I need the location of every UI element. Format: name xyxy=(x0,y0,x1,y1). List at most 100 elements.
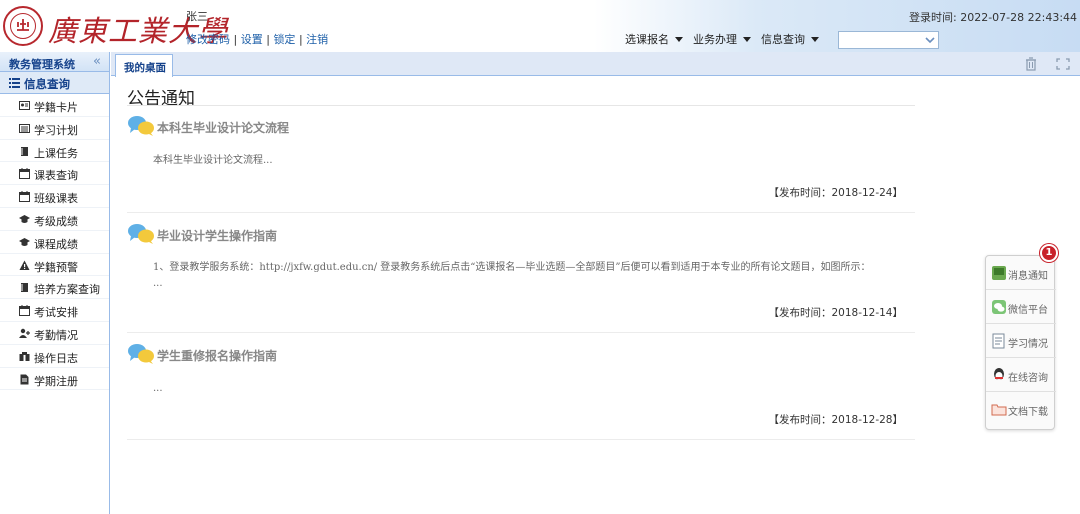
notice-date: 【发布时间：2018-12-14】 xyxy=(768,307,903,319)
notice-title[interactable]: 学生重修报名操作指南 xyxy=(157,347,277,364)
wechat-icon xyxy=(992,300,1006,314)
top-navigation: 选课报名 业务办理 信息查询 xyxy=(625,30,829,48)
sidebar-item-exam-schedule[interactable]: 考试安排 xyxy=(0,299,109,322)
caret-down-icon xyxy=(743,36,751,42)
float-item-label: 学习情况 xyxy=(1008,339,1048,350)
chat-bubbles-icon xyxy=(128,224,154,244)
sidebar-item-timetable-query[interactable]: 课表查询 xyxy=(0,162,109,186)
sidebar-item-label: 课表查询 xyxy=(34,169,78,183)
sidebar-item-operation-log[interactable]: 操作日志 xyxy=(0,345,109,368)
notice-divider xyxy=(127,332,915,333)
notice-item: 毕业设计学生操作指南 1、登录教学服务系统：http://jxfw.gdut.e… xyxy=(127,223,915,335)
notice-date: 【发布时间：2018-12-24】 xyxy=(768,187,903,199)
login-time-value: 2022-07-28 22:43:44 xyxy=(960,11,1078,24)
notification-count-badge: 1 xyxy=(1040,244,1058,262)
tab-label: 我的桌面 xyxy=(124,62,166,74)
calendar-icon xyxy=(19,305,30,317)
user-add-icon xyxy=(19,328,30,338)
user-links: 修改密码 | 设置 | 锁定 | 注销 xyxy=(186,31,328,47)
float-item-wechat[interactable]: 微信平台 xyxy=(986,290,1056,324)
nav-business[interactable]: 业务办理 xyxy=(693,31,751,47)
sidebar-item-exam-level-scores[interactable]: 考级成绩 xyxy=(0,208,109,231)
double-chevron-left-icon[interactable]: « xyxy=(93,54,101,69)
message-icon xyxy=(992,266,1006,280)
nav-course-selection[interactable]: 选课报名 xyxy=(625,31,683,47)
book-icon xyxy=(21,283,28,293)
float-item-label: 消息通知 xyxy=(1008,271,1048,282)
calendar-icon xyxy=(19,168,30,180)
float-item-consult[interactable]: 在线咨询 xyxy=(986,358,1056,392)
study-icon xyxy=(992,333,1005,349)
sidebar-item-term-registration[interactable]: 学期注册 xyxy=(0,368,109,391)
tab-strip: 我的桌面 xyxy=(111,52,1080,77)
document-icon xyxy=(20,374,29,385)
link-separator: | xyxy=(266,33,270,46)
sidebar-item-class-tasks[interactable]: 上课任务 xyxy=(0,140,109,163)
settings-link[interactable]: 设置 xyxy=(241,33,263,46)
notice-title[interactable]: 毕业设计学生操作指南 xyxy=(157,227,277,244)
tab-my-desktop[interactable]: 我的桌面 xyxy=(115,54,173,77)
float-item-download[interactable]: 文档下载 xyxy=(986,392,1056,426)
sidebar-item-label: 操作日志 xyxy=(34,351,78,365)
sidebar-item-student-card[interactable]: 学籍卡片 xyxy=(0,94,109,117)
change-password-link[interactable]: 修改密码 xyxy=(186,33,230,46)
float-item-label: 在线咨询 xyxy=(1008,373,1048,384)
float-item-label: 微信平台 xyxy=(1008,305,1048,316)
graduation-cap-icon xyxy=(19,214,30,223)
qq-icon xyxy=(994,368,1004,380)
sidebar-item-class-timetable[interactable]: 班级课表 xyxy=(0,185,109,208)
top-select[interactable] xyxy=(838,31,939,49)
caret-down-icon xyxy=(811,36,819,42)
sidebar-item-label: 班级课表 xyxy=(34,192,78,206)
caret-down-icon xyxy=(675,36,683,42)
nav-label: 业务办理 xyxy=(693,33,737,46)
notice-title[interactable]: 本科生毕业设计论文流程 xyxy=(157,119,289,136)
university-seal-logo xyxy=(3,6,43,46)
link-separator: | xyxy=(233,33,238,46)
chat-bubbles-icon xyxy=(128,116,154,136)
trash-icon[interactable] xyxy=(1022,56,1040,72)
sidebar-item-label: 学期注册 xyxy=(34,374,78,388)
float-item-study[interactable]: 学习情况 xyxy=(986,324,1056,358)
logout-link[interactable]: 注销 xyxy=(306,33,328,46)
notice-body: 1、登录教学服务系统：http://jxfw.gdut.edu.cn/ 登录教务… xyxy=(153,262,871,289)
lock-link[interactable]: 锁定 xyxy=(273,33,295,46)
fullscreen-icon[interactable] xyxy=(1054,56,1072,72)
notice-item: 本科生毕业设计论文流程 本科生毕业设计论文流程... 【发布时间：2018-12… xyxy=(127,115,915,215)
calendar-icon xyxy=(19,191,30,203)
notice-divider xyxy=(127,212,915,213)
graduation-cap-icon xyxy=(19,237,30,246)
app-header: 廣東工業大學 张三 修改密码 | 设置 | 锁定 | 注销 登录时间: 2022… xyxy=(0,0,1080,52)
notice-item: 学生重修报名操作指南 ... 【发布时间：2018-12-28】 xyxy=(127,343,915,445)
warning-icon xyxy=(19,260,30,270)
sidebar-item-course-scores[interactable]: 课程成绩 xyxy=(0,231,109,254)
sidebar-section-info-query[interactable]: 信息查询 xyxy=(0,72,109,94)
title-divider xyxy=(127,105,915,106)
sidebar-item-academic-warning[interactable]: 学籍预警 xyxy=(0,254,109,277)
nav-label: 信息查询 xyxy=(761,33,805,46)
float-item-label: 文档下载 xyxy=(1008,407,1048,418)
sidebar-item-label: 课程成绩 xyxy=(34,237,78,251)
notice-body: 本科生毕业设计论文流程... xyxy=(153,155,273,166)
notice-divider xyxy=(127,439,915,440)
user-name: 张三 xyxy=(186,10,208,23)
link-separator: | xyxy=(298,33,303,46)
sidebar-item-curriculum-query[interactable]: 培养方案查询 xyxy=(0,276,109,300)
chevron-down-icon xyxy=(925,37,935,44)
login-time-label: 登录时间: xyxy=(909,11,957,24)
sidebar-item-study-plan[interactable]: 学习计划 xyxy=(0,117,109,140)
binoculars-icon xyxy=(19,351,30,361)
sidebar-title: 教务管理系统 xyxy=(9,58,75,71)
nav-info-query[interactable]: 信息查询 xyxy=(761,31,819,47)
sidebar-item-label: 学籍卡片 xyxy=(34,101,78,114)
sidebar-item-label: 培养方案查询 xyxy=(34,283,100,297)
sidebar-item-label: 上课任务 xyxy=(34,146,78,160)
floating-service-panel: 消息通知 微信平台 学习情况 在线咨询 文档下载 xyxy=(985,255,1056,430)
sidebar-item-attendance[interactable]: 考勤情况 xyxy=(0,322,109,345)
sidebar-item-label: 考试安排 xyxy=(34,306,78,320)
notice-date: 【发布时间：2018-12-28】 xyxy=(768,414,903,426)
sidebar-section-label: 信息查询 xyxy=(24,77,70,91)
nav-label: 选课报名 xyxy=(625,33,669,46)
sidebar-item-label: 学籍预警 xyxy=(34,260,78,274)
id-card-icon xyxy=(19,101,30,110)
